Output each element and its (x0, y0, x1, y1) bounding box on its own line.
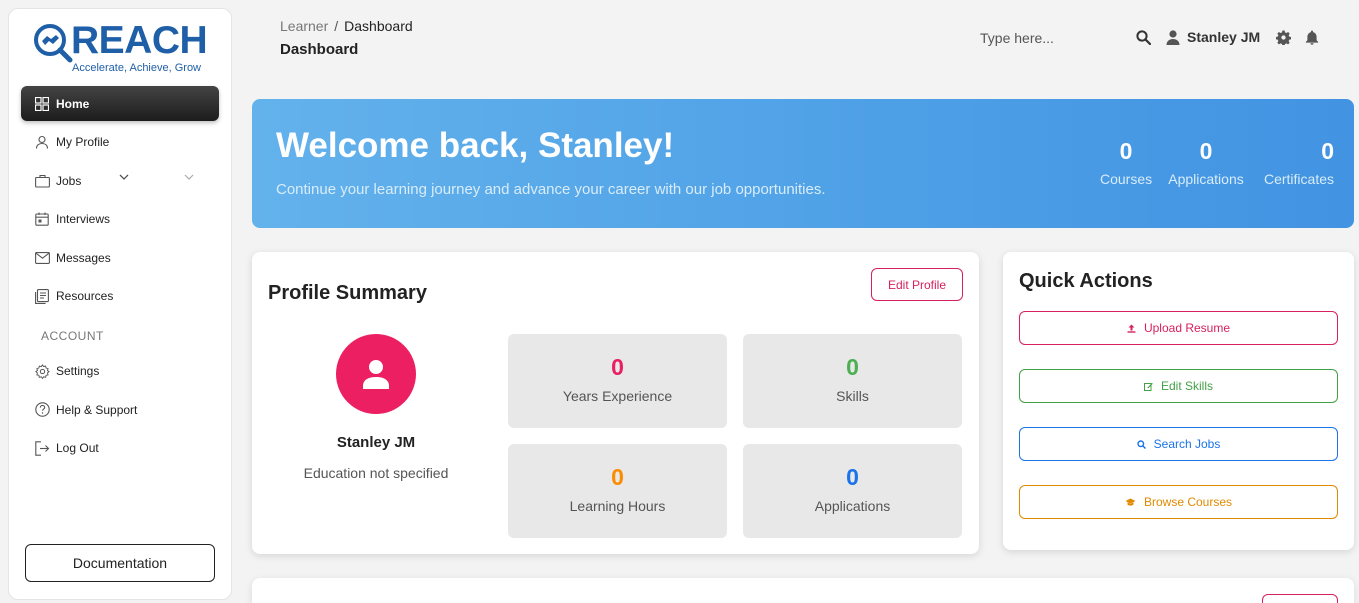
secondary-card-button[interactable] (1262, 594, 1338, 603)
sidebar-item-label: Interviews (56, 212, 111, 227)
sidebar-item-jobs[interactable]: Jobs (21, 163, 219, 198)
search-icon[interactable] (1134, 28, 1152, 46)
user-name[interactable]: Stanley JM (1187, 29, 1260, 45)
brand-logo[interactable]: REACH Accelerate, Achieve, Grow (33, 17, 213, 81)
metric-value: 0 (846, 354, 859, 380)
upload-icon (1127, 324, 1136, 333)
account-section-heading: ACCOUNT (41, 328, 104, 343)
edit-profile-button[interactable]: Edit Profile (871, 268, 963, 301)
search-jobs-button[interactable]: Search Jobs (1019, 427, 1338, 461)
welcome-subtitle: Continue your learning journey and advan… (276, 181, 826, 198)
sidebar-item-label: Jobs (56, 173, 82, 188)
sidebar-item-resources[interactable]: Resources (21, 279, 219, 314)
metric-years-experience: 0 Years Experience (508, 334, 727, 428)
stat-value: 0 (1199, 138, 1213, 164)
sidebar-item-my-profile[interactable]: My Profile (21, 125, 219, 160)
gear-icon (34, 363, 50, 379)
stat-certificates: 0 Certificates (1260, 137, 1338, 187)
sidebar-item-messages[interactable]: Messages (21, 240, 219, 275)
sidebar-item-label: Home (56, 96, 90, 111)
sidebar-nav: Home My Profile Jobs Interviews Messages… (21, 86, 219, 469)
breadcrumb-separator: / (334, 18, 339, 34)
user-icon[interactable] (1164, 28, 1182, 46)
quick-actions-title: Quick Actions (1019, 270, 1153, 292)
logout-icon (34, 440, 50, 456)
briefcase-icon (34, 173, 50, 189)
bell-icon[interactable] (1303, 28, 1321, 46)
metric-label: Years Experience (562, 388, 673, 404)
stat-courses: 0 Courses (1100, 137, 1152, 187)
help-icon (34, 402, 50, 418)
sidebar-item-label: Resources (56, 289, 114, 304)
metric-value: 0 (846, 464, 859, 490)
search-jobs-label: Search Jobs (1153, 437, 1221, 451)
sidebar-item-home[interactable]: Home (21, 86, 219, 121)
sidebar-item-label: Messages (56, 250, 111, 265)
mail-icon (34, 250, 50, 266)
welcome-banner: Welcome back, Stanley! Continue your lea… (252, 99, 1354, 228)
upload-resume-button[interactable]: Upload Resume (1019, 311, 1338, 345)
logo-mark-icon (34, 24, 73, 63)
sidebar-item-settings[interactable]: Settings (21, 354, 219, 389)
stat-applications: 0 Applications (1167, 137, 1245, 187)
metric-label: Learning Hours (569, 498, 666, 514)
sidebar-item-label: Settings (56, 364, 100, 379)
profile-summary-card: Profile Summary Edit Profile Stanley JM … (252, 252, 979, 554)
edit-icon (1143, 382, 1153, 391)
calendar-icon (34, 211, 50, 227)
stat-value: 0 (1321, 138, 1334, 164)
sidebar-item-label: Help & Support (56, 402, 138, 417)
avatar[interactable] (336, 334, 416, 414)
graduation-cap-icon (1125, 498, 1136, 507)
page-title: Dashboard (280, 41, 359, 58)
upload-resume-label: Upload Resume (1143, 321, 1231, 335)
profile-education: Education not specified (303, 465, 449, 481)
chevron-down-icon[interactable] (184, 174, 194, 181)
sidebar-item-help-support[interactable]: Help & Support (21, 392, 219, 427)
stat-value: 0 (1119, 138, 1133, 164)
sidebar: REACH Accelerate, Achieve, Grow Home My … (8, 8, 232, 600)
sidebar-item-log-out[interactable]: Log Out (21, 431, 219, 466)
sidebar-item-interviews[interactable]: Interviews (21, 202, 219, 237)
metric-applications: 0 Applications (743, 444, 962, 538)
documentation-button[interactable]: Documentation (25, 544, 215, 582)
breadcrumb-current: Dashboard (344, 18, 413, 34)
browse-courses-button[interactable]: Browse Courses (1019, 485, 1338, 519)
metric-label: Skills (836, 388, 869, 404)
metric-value: 0 (611, 464, 624, 490)
metric-value: 0 (611, 354, 624, 380)
stat-label: Courses (1100, 171, 1153, 187)
edit-skills-label: Edit Skills (1160, 379, 1213, 393)
user-icon (363, 360, 389, 389)
sidebar-item-label: My Profile (56, 135, 110, 150)
browse-courses-label: Browse Courses (1143, 495, 1233, 509)
metric-skills: 0 Skills (743, 334, 962, 428)
search-icon (1136, 439, 1146, 449)
stat-label: Certificates (1263, 171, 1335, 187)
breadcrumb-root[interactable]: Learner (280, 18, 328, 34)
search-input[interactable] (976, 26, 1126, 50)
profile-name: Stanley JM (336, 434, 416, 451)
user-icon (34, 134, 50, 150)
profile-summary-title: Profile Summary (268, 282, 427, 304)
quick-actions-card: Quick Actions Upload Resume Edit Skills … (1003, 252, 1354, 550)
sidebar-item-label: Log Out (56, 441, 99, 456)
chevron-down-icon[interactable] (119, 174, 129, 181)
welcome-heading: Welcome back, Stanley! (276, 126, 675, 165)
metric-label: Applications (814, 498, 891, 514)
gear-icon[interactable] (1274, 28, 1292, 46)
stat-label: Applications (1168, 171, 1244, 187)
brand-name: REACH (71, 19, 208, 62)
metric-learning-hours: 0 Learning Hours (508, 444, 727, 538)
grid-icon (34, 96, 50, 112)
brand-tagline: Accelerate, Achieve, Grow (72, 62, 202, 74)
secondary-card (252, 578, 1354, 603)
edit-skills-button[interactable]: Edit Skills (1019, 369, 1338, 403)
breadcrumb: Learner / Dashboard (280, 18, 413, 34)
document-icon (34, 288, 50, 304)
